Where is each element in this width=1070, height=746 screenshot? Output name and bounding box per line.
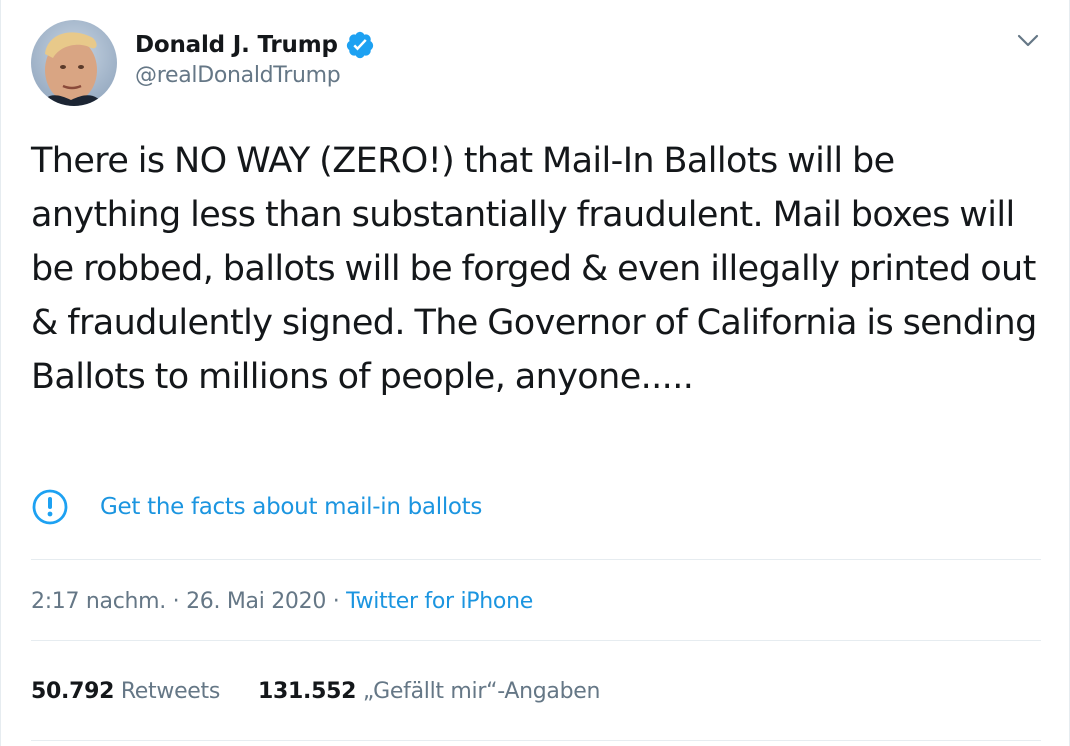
tweet-meta: 2:17 nachm. · 26. Mai 2020 · Twitter for… bbox=[31, 589, 533, 614]
tweet-date[interactable]: 26. Mai 2020 bbox=[186, 589, 326, 614]
meta-separator: · bbox=[165, 589, 187, 614]
meta-separator: · bbox=[326, 589, 347, 614]
retweets-count: 50.792 bbox=[31, 679, 115, 704]
handle[interactable]: @realDonaldTrump bbox=[135, 63, 375, 88]
likes-stat[interactable]: 131.552 „Gefällt mir“-Angaben bbox=[258, 679, 600, 704]
fact-check-label: Get the facts about mail-in ballots bbox=[100, 494, 483, 520]
likes-count: 131.552 bbox=[258, 679, 357, 704]
display-name[interactable]: Donald J. Trump bbox=[135, 32, 338, 58]
divider bbox=[31, 740, 1041, 741]
tweet-time[interactable]: 2:17 nachm. bbox=[31, 589, 166, 614]
tweet-card: Donald J. Trump @realDonaldTrump There i… bbox=[0, 0, 1070, 746]
fact-check-link[interactable]: Get the facts about mail-in ballots bbox=[31, 481, 482, 533]
avatar[interactable] bbox=[31, 20, 117, 106]
tweet-source-link[interactable]: Twitter for iPhone bbox=[346, 589, 533, 614]
retweets-label: Retweets bbox=[120, 679, 221, 704]
author-name-row: Donald J. Trump bbox=[135, 29, 375, 61]
chevron-down-icon[interactable] bbox=[1015, 32, 1041, 50]
divider bbox=[31, 640, 1041, 641]
divider bbox=[31, 559, 1041, 560]
author-block: Donald J. Trump @realDonaldTrump bbox=[135, 29, 375, 88]
verified-badge-icon bbox=[345, 30, 375, 60]
likes-label: „Gefällt mir“-Angaben bbox=[362, 679, 601, 704]
retweets-stat[interactable]: 50.792 Retweets bbox=[31, 679, 220, 704]
tweet-text: There is NO WAY (ZERO!) that Mail-In Bal… bbox=[31, 141, 1037, 397]
tweet-stats: 50.792 Retweets 131.552 „Gefällt mir“-An… bbox=[31, 679, 638, 704]
exclamation-circle-icon bbox=[31, 481, 83, 533]
